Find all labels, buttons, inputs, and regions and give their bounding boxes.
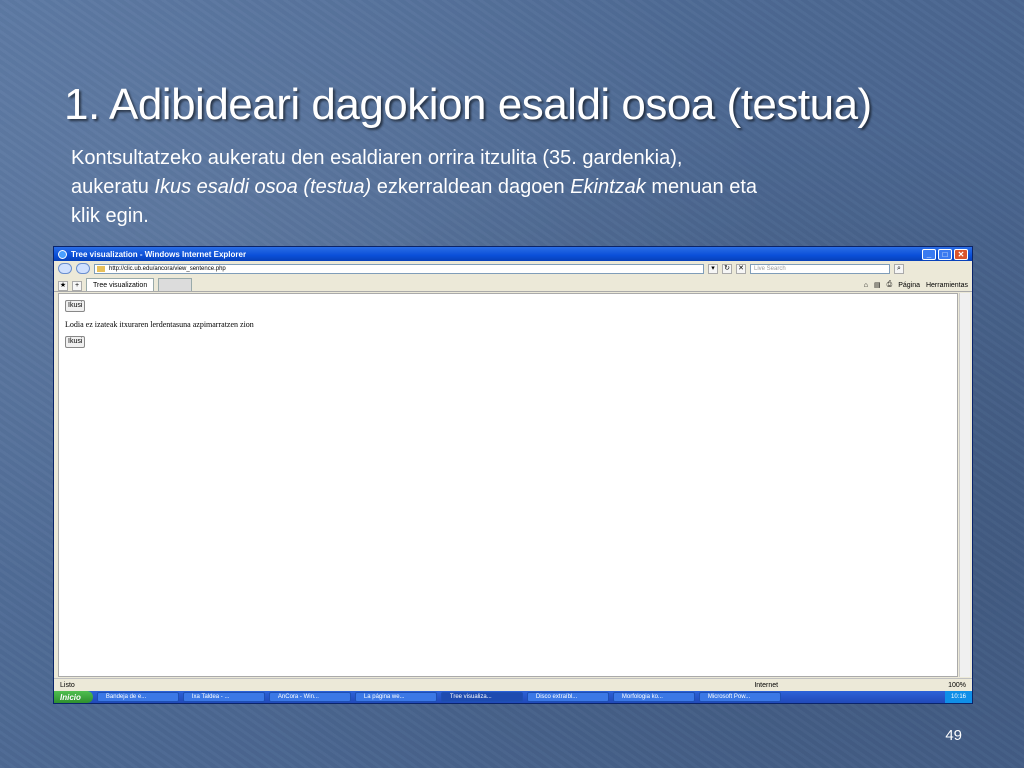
print-icon[interactable]: ⎙: [887, 281, 893, 289]
status-bar: Listo Internet 100%: [54, 678, 972, 691]
address-url: http://clic.ub.edu/ancora/view_sentence.…: [109, 265, 226, 272]
body-text: menuan eta: [645, 176, 758, 198]
taskbar-item[interactable]: Ixa Taldea - ...: [182, 692, 265, 702]
body-emphasis-ekintzak: Ekintzak: [570, 176, 646, 198]
refresh-icon[interactable]: ↻: [722, 263, 732, 274]
ikusi-button-top[interactable]: Ikusi: [65, 300, 86, 312]
favorites-star-icon[interactable]: ★: [58, 281, 68, 291]
taskbar-item[interactable]: Morfologia ko...: [612, 692, 695, 702]
page-number: 49: [945, 727, 962, 744]
zoom-level[interactable]: 100%: [948, 682, 966, 689]
maximize-button[interactable]: □: [938, 248, 952, 260]
ie-logo-icon: [58, 249, 67, 259]
body-emphasis-ikus: Ikus esaldi osoa (testua): [154, 176, 372, 198]
status-text: Listo: [60, 681, 75, 689]
system-tray-clock: 10:16: [944, 691, 972, 703]
tools-menu[interactable]: Herramientas: [926, 282, 968, 289]
slide-body: Kontsultatzeko aukeratu den esaldiaren o…: [71, 144, 971, 231]
close-button[interactable]: ✕: [954, 248, 968, 260]
windows-taskbar: Inicio Bandeja de e... Ixa Taldea - ... …: [54, 691, 972, 703]
address-toolbar: http://clic.ub.edu/ancora/view_sentence.…: [54, 261, 972, 276]
taskbar-item[interactable]: Bandeja de e...: [96, 692, 179, 702]
tab-tree-visualization[interactable]: Tree visualization: [86, 278, 155, 291]
back-button[interactable]: [58, 263, 72, 274]
forward-button[interactable]: [76, 263, 90, 274]
search-icon[interactable]: ⌕: [894, 263, 904, 274]
window-title: Tree visualization - Windows Internet Ex…: [71, 249, 247, 259]
page-icon: [97, 265, 105, 272]
browser-screenshot: Tree visualization - Windows Internet Ex…: [53, 246, 973, 704]
home-icon[interactable]: ⌂: [864, 282, 868, 289]
page-menu[interactable]: Página: [898, 282, 920, 289]
vertical-scrollbar[interactable]: [959, 293, 970, 677]
tab-toolbar: ★ + Tree visualization ⌂ ▤ ⎙ Página Herr…: [54, 276, 972, 292]
search-input[interactable]: Live Search: [750, 263, 890, 274]
minimize-button[interactable]: _: [922, 248, 936, 260]
new-tab-button[interactable]: [158, 278, 193, 291]
body-line-2: aukeratu Ikus esaldi osoa (testua) ezker…: [71, 173, 971, 202]
page-content: Ikusi Lodia ez izateak itxuraren lerdent…: [58, 293, 958, 677]
command-bar: ⌂ ▤ ⎙ Página Herramientas: [864, 281, 968, 291]
body-line-1: Kontsultatzeko aukeratu den esaldiaren o…: [71, 147, 683, 169]
address-field[interactable]: http://clic.ub.edu/ancora/view_sentence.…: [94, 263, 704, 274]
taskbar-item[interactable]: Disco extraíbl...: [526, 692, 609, 702]
tab-label: Tree visualization: [93, 281, 148, 289]
taskbar-item-active[interactable]: Tree visualiza...: [440, 692, 523, 702]
add-favorites-icon[interactable]: +: [72, 281, 82, 291]
sentence-text: Lodia ez izateak itxuraren lerdentasuna …: [65, 320, 254, 329]
taskbar-item[interactable]: Microsoft Pow...: [698, 692, 781, 702]
body-line-3: klik egin.: [71, 205, 149, 227]
feeds-icon[interactable]: ▤: [874, 281, 881, 289]
security-zone: Internet: [754, 681, 779, 689]
start-button[interactable]: Inicio: [54, 691, 93, 703]
taskbar-item[interactable]: La página we...: [354, 692, 437, 702]
body-text: aukeratu: [71, 176, 155, 198]
window-controls: _ □ ✕: [922, 248, 968, 260]
taskbar-item[interactable]: AnCora - Win...: [268, 692, 351, 702]
body-text: ezkerraldean dagoen: [371, 176, 571, 198]
window-titlebar: Tree visualization - Windows Internet Ex…: [54, 247, 972, 261]
dropdown-icon[interactable]: ▾: [708, 263, 718, 274]
ikusi-button-bottom[interactable]: Ikusi: [65, 336, 86, 348]
stop-icon[interactable]: ✕: [736, 263, 746, 274]
slide-title: 1. Adibideari dagokion esaldi osoa (test…: [64, 80, 872, 129]
